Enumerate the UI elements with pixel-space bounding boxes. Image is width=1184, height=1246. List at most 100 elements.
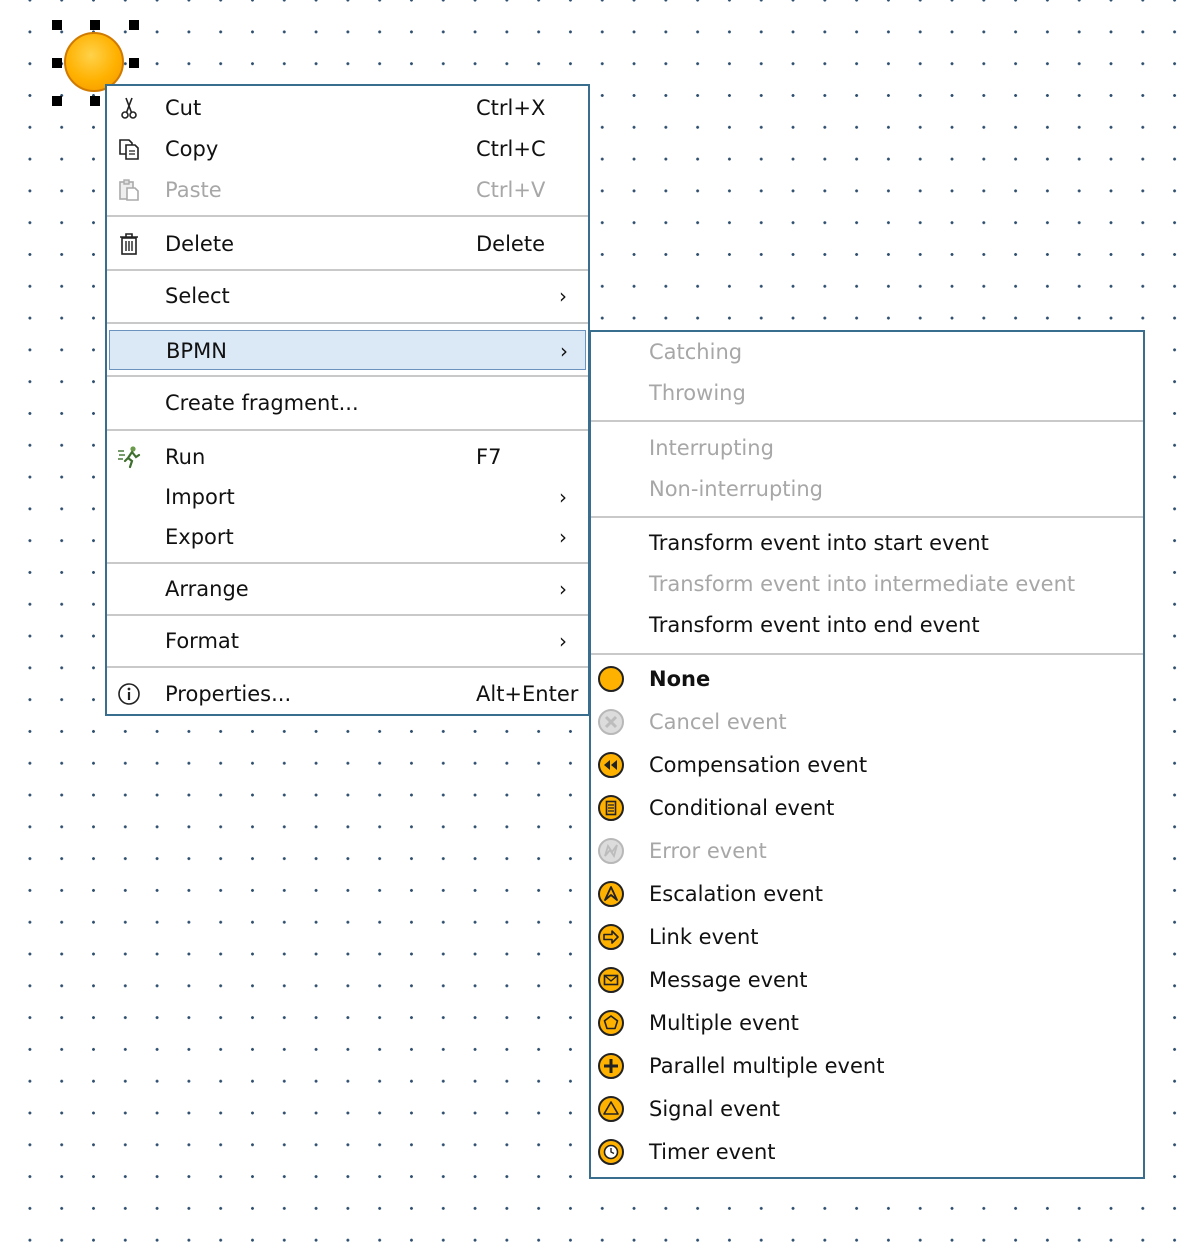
submenu-item-label: Catching [649,340,743,364]
submenu-item-message-event[interactable]: Message event [591,960,1143,1000]
submenu-item-label: Transform event into intermediate event [649,572,1076,596]
submenu-item-signal-event[interactable]: Signal event [591,1089,1143,1129]
selection-handle[interactable] [52,20,62,30]
menu-item-bpmn[interactable]: BPMN › [109,330,586,370]
menu-item-label: Create fragment... [165,391,359,415]
menu-separator [591,516,1143,518]
multiple-event-icon [598,1010,624,1036]
parallel-multiple-event-icon [598,1053,624,1079]
none-event-icon [598,666,624,692]
chevron-right-icon: › [560,339,568,363]
conditional-event-icon [598,795,624,821]
submenu-item-conditional-event[interactable]: Conditional event [591,788,1143,828]
submenu-item-compensation-event[interactable]: Compensation event [591,745,1143,785]
menu-item-arrange[interactable]: Arrange › [107,569,588,609]
menu-item-label: Paste [165,178,222,202]
menu-item-copy[interactable]: Copy Ctrl+C [107,129,588,169]
menu-item-select[interactable]: Select › [107,276,588,316]
selection-handle[interactable] [52,96,62,106]
menu-item-format[interactable]: Format › [107,621,588,661]
diagram-canvas[interactable]: Cut Ctrl+X Copy Ctrl+C Paste Ctrl+V Dele… [0,0,1184,1246]
menu-item-properties[interactable]: Properties... Alt+Enter [107,674,588,714]
chevron-right-icon: › [559,525,567,549]
submenu-item-label: Parallel multiple event [649,1054,885,1078]
menu-item-delete[interactable]: Delete Delete [107,224,588,264]
menu-separator [591,653,1143,655]
shortcut-label: Ctrl+C [476,137,546,161]
menu-separator [107,375,588,377]
submenu-item-transform-intermediate[interactable]: Transform event into intermediate event [591,564,1143,604]
menu-separator [591,420,1143,422]
shortcut-label: Alt+Enter [476,682,579,706]
submenu-item-non-interrupting[interactable]: Non-interrupting [591,469,1143,509]
submenu-item-label: Transform event into end event [649,613,980,637]
trash-icon [120,233,138,255]
submenu-item-error-event[interactable]: Error event [591,831,1143,871]
submenu-item-label: Cancel event [649,710,787,734]
bpmn-submenu: Catching Throwing Interrupting Non-inter… [589,330,1145,1179]
menu-item-label: Copy [165,137,219,161]
submenu-item-interrupting[interactable]: Interrupting [591,428,1143,468]
shortcut-label: Ctrl+X [476,96,546,120]
paste-icon [119,179,139,201]
menu-item-run[interactable]: Run F7 [107,437,588,477]
chevron-right-icon: › [559,577,567,601]
submenu-item-label: Conditional event [649,796,835,820]
submenu-item-label: Non-interrupting [649,477,823,501]
submenu-item-transform-end[interactable]: Transform event into end event [591,605,1143,645]
submenu-item-label: Error event [649,839,767,863]
error-event-icon [598,838,624,864]
selection-handle[interactable] [52,58,62,68]
menu-separator [107,215,588,217]
menu-item-cut[interactable]: Cut Ctrl+X [107,88,588,128]
selection-handle[interactable] [90,20,100,30]
signal-event-icon [598,1096,624,1122]
submenu-item-catching[interactable]: Catching [591,332,1143,372]
message-event-icon [598,967,624,993]
submenu-item-transform-start[interactable]: Transform event into start event [591,523,1143,563]
chevron-right-icon: › [559,284,567,308]
menu-item-import[interactable]: Import › [107,477,588,517]
menu-separator [107,269,588,271]
compensation-event-icon [598,752,624,778]
submenu-item-label: None [649,667,711,691]
shortcut-label: Delete [476,232,545,256]
submenu-item-escalation-event[interactable]: Escalation event [591,874,1143,914]
shortcut-label: Ctrl+V [476,178,546,202]
copy-icon [119,139,139,160]
menu-item-label: Format [165,629,240,653]
menu-separator [107,666,588,668]
cancel-event-icon [598,709,624,735]
submenu-item-label: Throwing [649,381,746,405]
submenu-item-none[interactable]: None [591,659,1143,699]
menu-item-label: Select [165,284,230,308]
menu-item-label: Delete [165,232,234,256]
run-icon [118,446,141,469]
context-menu: Cut Ctrl+X Copy Ctrl+C Paste Ctrl+V Dele… [105,84,590,716]
submenu-item-timer-event[interactable]: Timer event [591,1132,1143,1172]
submenu-item-label: Multiple event [649,1011,799,1035]
menu-item-label: Import [165,485,235,509]
menu-item-export[interactable]: Export › [107,517,588,557]
submenu-item-label: Escalation event [649,882,824,906]
submenu-item-cancel-event[interactable]: Cancel event [591,702,1143,742]
submenu-item-throwing[interactable]: Throwing [591,373,1143,413]
submenu-item-link-event[interactable]: Link event [591,917,1143,957]
menu-item-create-fragment[interactable]: Create fragment... [107,383,588,423]
menu-separator [107,322,588,324]
submenu-item-label: Message event [649,968,808,992]
chevron-right-icon: › [559,485,567,509]
info-icon [118,683,140,705]
submenu-item-label: Interrupting [649,436,774,460]
menu-item-label: BPMN [166,339,227,363]
menu-separator [107,614,588,616]
menu-separator [107,429,588,431]
menu-separator [107,562,588,564]
submenu-item-parallel-multiple-event[interactable]: Parallel multiple event [591,1046,1143,1086]
selection-handle[interactable] [90,96,100,106]
selection-handle[interactable] [129,20,139,30]
selected-start-event[interactable] [64,32,124,92]
menu-item-paste[interactable]: Paste Ctrl+V [107,170,588,210]
submenu-item-multiple-event[interactable]: Multiple event [591,1003,1143,1043]
selection-handle[interactable] [129,58,139,68]
